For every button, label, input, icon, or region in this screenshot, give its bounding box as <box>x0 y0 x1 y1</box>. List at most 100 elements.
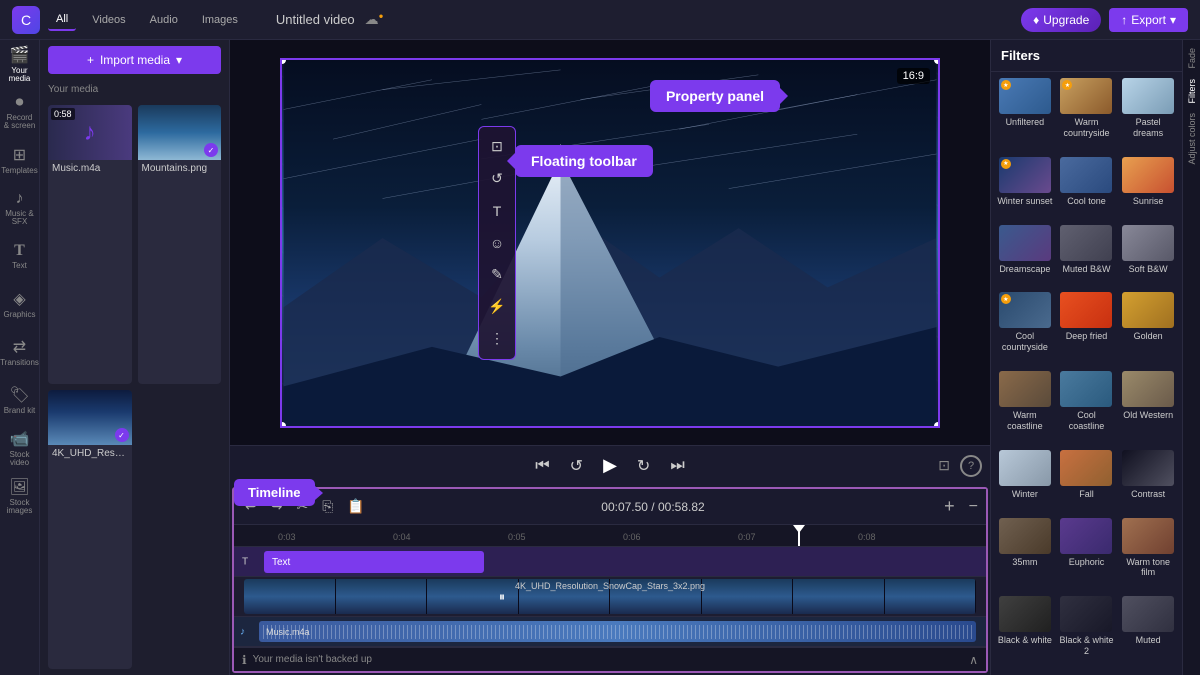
tab-all[interactable]: All <box>48 9 76 31</box>
skip-forward-button[interactable]: ⏭ <box>666 453 688 479</box>
sidebar-item-templates[interactable]: ⊞ Templates <box>4 144 36 176</box>
aspect-ratio-badge: 16:9 <box>897 68 930 84</box>
media-item-music[interactable]: ♪ 0:58 Music.m4a <box>48 105 132 384</box>
audio-strip[interactable] <box>259 621 976 642</box>
sidebar-item-music[interactable]: ♪ Music & SFX <box>4 192 36 224</box>
media-thumb-music: ♪ 0:58 <box>48 105 132 160</box>
media-item-mountains[interactable]: ✓ Mountains.png <box>138 105 222 384</box>
filter-euphoric[interactable]: Euphoric <box>1059 518 1115 591</box>
rewind-button[interactable]: ↺ <box>566 452 587 480</box>
filter-35mm[interactable]: 35mm <box>997 518 1053 591</box>
tab-audio[interactable]: Audio <box>142 10 186 30</box>
skip-back-button[interactable]: ⏮ <box>531 453 553 479</box>
your-media-label: Your media <box>40 80 229 99</box>
filter-sunrise[interactable]: Sunrise <box>1120 157 1176 219</box>
filter-muted[interactable]: Muted <box>1120 596 1176 669</box>
sidebar-item-stock-images[interactable]: 🖼 Stock images <box>4 480 36 512</box>
check-mark: ✓ <box>204 143 218 157</box>
adjust-colors-tab[interactable]: Adjust colors <box>1187 113 1197 165</box>
video-preview[interactable]: 16:9 <box>280 58 940 428</box>
filter-fall[interactable]: Fall <box>1059 450 1115 512</box>
filter-label-warm-coast: Warm coastline <box>997 410 1053 432</box>
filters-panel: Filters ★ Unfiltered ★ Warm countryside <box>990 40 1182 675</box>
tab-videos[interactable]: Videos <box>84 10 133 30</box>
filter-old-western[interactable]: Old Western <box>1120 371 1176 444</box>
audio-track-icon: ♪ <box>240 626 245 637</box>
video-frame-6 <box>702 579 794 614</box>
sidebar-item-text[interactable]: T Text <box>4 240 36 272</box>
filter-label-euphoric: Euphoric <box>1069 557 1105 568</box>
sidebar-item-brand[interactable]: 🏷 Brand kit <box>4 384 36 416</box>
mountain-scene <box>282 60 938 426</box>
corner-handle-tr[interactable] <box>934 58 940 64</box>
ft-effect-btn[interactable]: ⚡ <box>483 293 511 321</box>
media-item-4k[interactable]: ✓ 4K_UHD_Resolutio... <box>48 390 132 669</box>
media-label-4k: 4K_UHD_Resolutio... <box>48 445 132 462</box>
sidebar-item-stock-video[interactable]: 📹 Stock video <box>4 432 36 464</box>
timeline-label: Timeline <box>234 479 315 506</box>
fast-forward-button[interactable]: ↻ <box>633 452 654 480</box>
filter-label-deep-fried: Deep fried <box>1066 331 1108 342</box>
filter-thumb-warm-coast <box>999 371 1051 407</box>
filter-thumb-pastel <box>1122 78 1174 114</box>
export-button[interactable]: ↑ Export ▾ <box>1109 8 1188 32</box>
sidebar-item-your-media[interactable]: 🎬 Your media <box>4 48 36 80</box>
filter-warm-tone-film[interactable]: Warm tone film <box>1120 518 1176 591</box>
ft-paint-btn[interactable]: ✎ <box>483 261 511 289</box>
fade-tab[interactable]: Fade <box>1187 48 1197 69</box>
import-media-button[interactable]: + Import media ▾ <box>48 46 221 74</box>
templates-icon: ⊞ <box>13 145 26 165</box>
filter-contrast[interactable]: Contrast <box>1120 450 1176 512</box>
filter-unfiltered[interactable]: ★ Unfiltered <box>997 78 1053 151</box>
filter-label-warm: Warm countryside <box>1059 117 1115 139</box>
filter-cool-coastline[interactable]: Cool coastline <box>1059 371 1115 444</box>
ft-text-btn[interactable]: T <box>483 197 511 225</box>
filter-label-fall: Fall <box>1079 489 1094 500</box>
play-button[interactable]: ▶ <box>599 451 621 480</box>
filter-dreamscape[interactable]: Dreamscape <box>997 225 1053 287</box>
collapse-button[interactable]: − <box>969 498 978 516</box>
corner-handle-br[interactable] <box>934 422 940 428</box>
filter-cool-countryside[interactable]: ★ Cool countryside <box>997 292 1053 365</box>
filter-muted-bw[interactable]: Muted B&W <box>1059 225 1115 287</box>
filter-label-cool-tone: Cool tone <box>1067 196 1106 207</box>
upgrade-button[interactable]: ♦ Upgrade <box>1021 8 1101 32</box>
upload-icon: ↑ <box>1121 13 1127 27</box>
filters-tab-vertical[interactable]: Filters <box>1187 79 1197 104</box>
filter-winter[interactable]: Winter <box>997 450 1053 512</box>
add-track-button[interactable]: + <box>938 494 961 519</box>
filter-pastel-dreams[interactable]: Pastel dreams <box>1120 78 1176 151</box>
backup-notice: ℹ Your media isn't backed up ∧ <box>234 647 986 671</box>
sidebar-item-transitions[interactable]: ⇄ Transitions <box>4 336 36 368</box>
filter-label-35mm: 35mm <box>1012 557 1037 568</box>
filter-black-white-2[interactable]: Black & white 2 <box>1059 596 1115 669</box>
top-bar-left: C All Videos Audio Images <box>12 6 246 34</box>
filter-soft-bw[interactable]: Soft B&W <box>1120 225 1176 287</box>
sidebar-item-graphics[interactable]: ◈ Graphics <box>4 288 36 320</box>
help-button[interactable]: ? <box>960 455 982 477</box>
filter-warm-coastline[interactable]: Warm coastline <box>997 371 1053 444</box>
import-chevron: ▾ <box>176 53 182 67</box>
filter-label-soft-bw: Soft B&W <box>1129 264 1168 275</box>
filter-warm-countryside[interactable]: ★ Warm countryside <box>1059 78 1115 151</box>
filter-thumb-bw <box>999 596 1051 632</box>
tab-images[interactable]: Images <box>194 10 246 30</box>
filter-cool-tone[interactable]: Cool tone <box>1059 157 1115 219</box>
filter-black-white[interactable]: Black & white <box>997 596 1053 669</box>
ft-more-btn[interactable]: ⋮ <box>483 325 511 353</box>
ft-emoji-btn[interactable]: ☺ <box>483 229 511 257</box>
filters-header: Filters <box>991 40 1182 72</box>
filter-golden[interactable]: Golden <box>1120 292 1176 365</box>
filter-thumb-unfiltered: ★ <box>999 78 1051 114</box>
filter-deep-fried[interactable]: Deep fried <box>1059 292 1115 365</box>
sidebar-item-record[interactable]: ⏺ Record & screen <box>4 96 36 128</box>
app-logo: C <box>12 6 40 34</box>
paste-button[interactable]: 📋 <box>344 495 367 518</box>
playhead-triangle <box>793 525 805 533</box>
chevron-up-icon[interactable]: ∧ <box>969 653 978 667</box>
filter-label-muted: Muted <box>1136 635 1161 646</box>
fullscreen-button[interactable]: ⊡ <box>938 457 950 474</box>
filter-winter-sunset[interactable]: ★ Winter sunset <box>997 157 1053 219</box>
text-clip[interactable]: Text <box>264 551 484 573</box>
media-label-mountains: Mountains.png <box>138 160 222 177</box>
